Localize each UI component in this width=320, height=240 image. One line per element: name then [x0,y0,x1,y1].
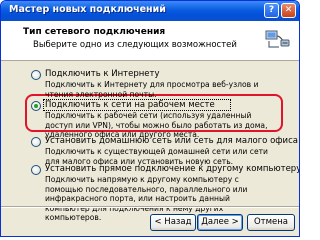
radio-workplace[interactable] [31,101,41,111]
radio-internet[interactable] [31,70,41,80]
radio-home-network[interactable] [31,137,41,147]
next-button[interactable]: Далее > [197,214,243,231]
options-panel: Подключить к Интернету Подключить к Инте… [1,62,299,222]
option-label[interactable]: Подключить к Интернету [45,69,160,79]
option-label[interactable]: Подключить к сети на рабочем месте [45,100,215,110]
help-button[interactable]: ? [264,3,279,18]
back-button[interactable]: < Назад [150,214,196,231]
wizard-window: Мастер новых подключений ? ✕ Тип сетевог… [0,0,300,237]
option-label[interactable]: Установить домашнюю сеть или сеть для ма… [45,136,298,146]
title-bar: Мастер новых подключений ? ✕ [1,1,299,21]
close-button[interactable]: ✕ [281,3,296,18]
network-connection-icon [265,30,290,48]
page-subtitle: Выберите одно из следующих возможностей [33,40,237,50]
radio-direct-connection[interactable] [31,165,41,175]
window-title: Мастер новых подключений [9,4,166,15]
option-label[interactable]: Установить прямое подключение к другому … [45,164,299,174]
wizard-header: Тип сетевого подключения Выберите одно и… [1,21,299,61]
option-description: Подключить к Интернету для просмотра веб… [45,80,259,99]
page-title: Тип сетевого подключения [23,27,166,37]
footer-divider [1,206,299,208]
cancel-button[interactable]: Отмена [247,214,295,231]
